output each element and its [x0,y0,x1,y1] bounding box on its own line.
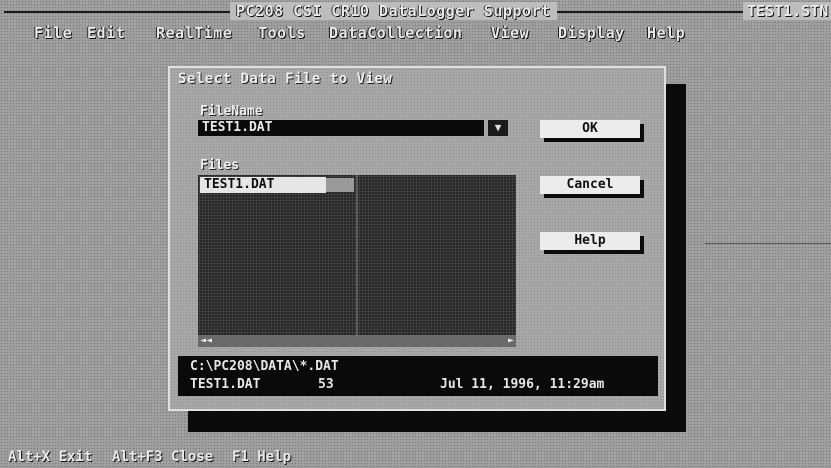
menu-bar: File Edit RealTime Tools DataCollection … [0,24,831,46]
menu-display[interactable]: Display [558,24,625,42]
menu-datacollection[interactable]: DataCollection [329,24,462,42]
files-listbox[interactable]: TEST1.DAT [198,175,516,335]
menu-help[interactable]: Help [647,24,685,42]
files-column-left [198,175,356,335]
dialog-title: Select Data File to View [178,71,393,87]
menu-file[interactable]: File [34,24,72,42]
cancel-button[interactable]: Cancel [540,176,640,194]
scroll-left-icon[interactable]: ◄◄ [200,335,212,347]
files-label: Files [200,158,240,173]
file-detail-name: TEST1.DAT [190,377,261,392]
filename-input[interactable]: TEST1.DAT [198,120,484,136]
filename-label: FileName [200,104,263,119]
menu-tools[interactable]: Tools [258,24,306,42]
status-close-hint[interactable]: Alt+F3 Close [112,449,213,465]
list-item[interactable]: TEST1.DAT [200,177,326,193]
ok-button[interactable]: OK [540,120,640,138]
list-item-highlight [326,178,354,192]
status-bar: Alt+X Exit Alt+F3 Close F1 Help [0,446,831,468]
status-help-hint[interactable]: F1 Help [232,449,291,465]
menu-edit[interactable]: Edit [87,24,125,42]
path-line: C:\PC208\DATA\*.DAT [190,359,339,374]
files-column-right [358,175,516,335]
file-detail-size: 53 [318,377,334,392]
divider-line [705,243,831,244]
menu-realtime[interactable]: RealTime [156,24,232,42]
file-detail-date: Jul 11, 1996, 11:29am [440,377,605,392]
scroll-right-icon[interactable]: ► [508,335,514,347]
filename-dropdown-icon[interactable]: ▼ [488,120,508,136]
files-horizontal-scrollbar[interactable]: ◄◄ ► [198,335,516,347]
status-exit-hint[interactable]: Alt+X Exit [8,449,92,465]
menu-view[interactable]: View [491,24,529,42]
file-info-panel: C:\PC208\DATA\*.DAT TEST1.DAT 53 Jul 11,… [178,356,658,396]
files-column-divider [356,175,358,335]
help-button[interactable]: Help [540,232,640,250]
open-file-title: TEST1.STN [743,2,831,20]
select-data-file-dialog: Select Data File to View FileName TEST1.… [168,66,666,411]
title-bar: PC208 CSI CR10 DataLogger Support TEST1.… [0,0,831,24]
app-title: PC208 CSI CR10 DataLogger Support [230,2,557,20]
